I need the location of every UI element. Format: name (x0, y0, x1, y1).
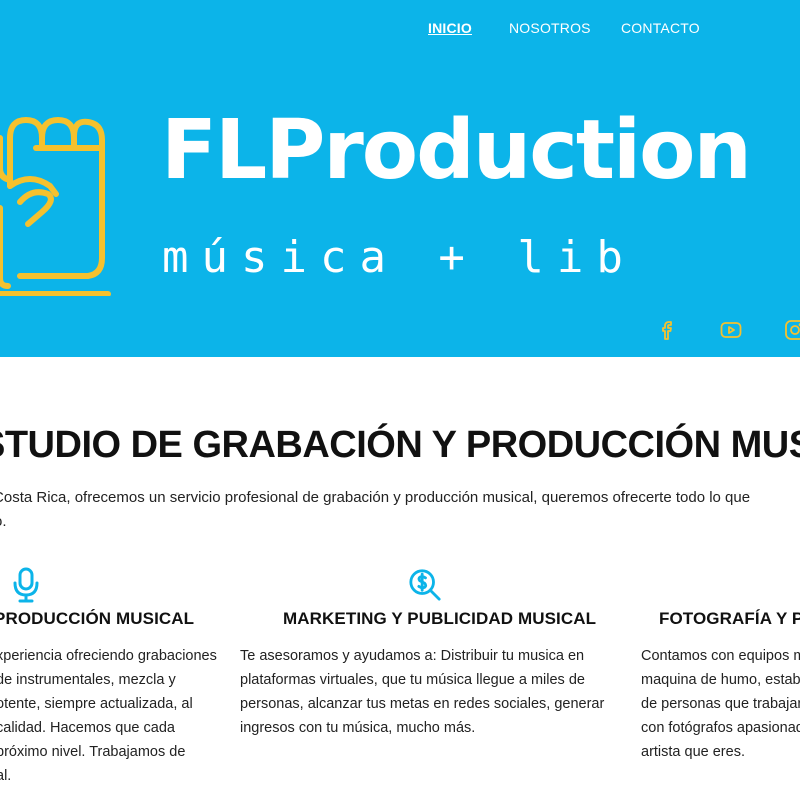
nav-inicio[interactable]: INICIO (428, 20, 472, 36)
service-text-line: otente, siempre actualizada, al (0, 696, 193, 712)
nav-nosotros[interactable]: NOSOTROS (509, 20, 591, 36)
service-text-line: Te asesoramos y ayudamos a: Distribuir t… (240, 648, 585, 664)
service-text-line: al. (0, 768, 12, 784)
top-nav: INICIO NOSOTROS CONTACTO (0, 20, 800, 40)
service-text-line: maquina de humo, estabil (641, 672, 800, 688)
intro-text: ón, Costa Rica, ofrecemos un servicio pr… (0, 489, 751, 506)
service-text-line: ingresos con tu música, mucho más. (240, 720, 476, 736)
intro-text-continued: o. (0, 513, 7, 530)
hero-banner: INICIO NOSOTROS CONTACTO FLProduction mú… (0, 0, 800, 357)
raised-fist-icon (0, 117, 111, 296)
money-search-icon (409, 569, 441, 601)
brand-title: FLProduction (161, 103, 752, 198)
brand-tagline: música + lib (162, 232, 636, 283)
service-text-produccion: xperiencia ofreciendo grabaciones de ins… (0, 644, 217, 788)
service-title-produccion: PRODUCCIÓN MUSICAL (0, 609, 195, 628)
service-text-line: con fotógrafos apasionad (641, 720, 800, 736)
service-title-marketing: MARKETING Y PUBLICIDAD MUSICAL (283, 609, 597, 628)
service-text-line: xperiencia ofreciendo grabaciones (0, 648, 217, 664)
nav-contacto[interactable]: CONTACTO (621, 20, 700, 36)
instagram-icon[interactable] (783, 318, 800, 342)
service-text-line: artista que eres. (641, 744, 745, 760)
service-text-line: plataformas virtuales, que tu música lle… (240, 672, 585, 688)
section-title: STUDIO DE GRABACIÓN Y PRODUCCIÓN MUS (0, 424, 800, 466)
service-text-line: de instrumentales, mezcla y (0, 672, 176, 688)
service-text-line: Contamos con equipos m (641, 648, 800, 664)
service-text-line: de personas que trabajan (641, 696, 800, 712)
service-text-marketing: Te asesoramos y ayudamos a: Distribuir t… (240, 644, 604, 740)
microphone-icon (13, 567, 39, 603)
service-text-fotografia: Contamos con equipos m maquina de humo, … (641, 644, 800, 764)
facebook-icon[interactable] (655, 318, 679, 342)
youtube-icon[interactable] (719, 318, 743, 342)
service-title-fotografia: FOTOGRAFÍA Y PR (659, 609, 800, 628)
service-text-line: próximo nivel. Trabajamos de (0, 744, 186, 760)
service-text-line: personas, alcanzar tus metas en redes so… (240, 696, 605, 712)
service-text-line: calidad. Hacemos que cada (0, 720, 175, 736)
